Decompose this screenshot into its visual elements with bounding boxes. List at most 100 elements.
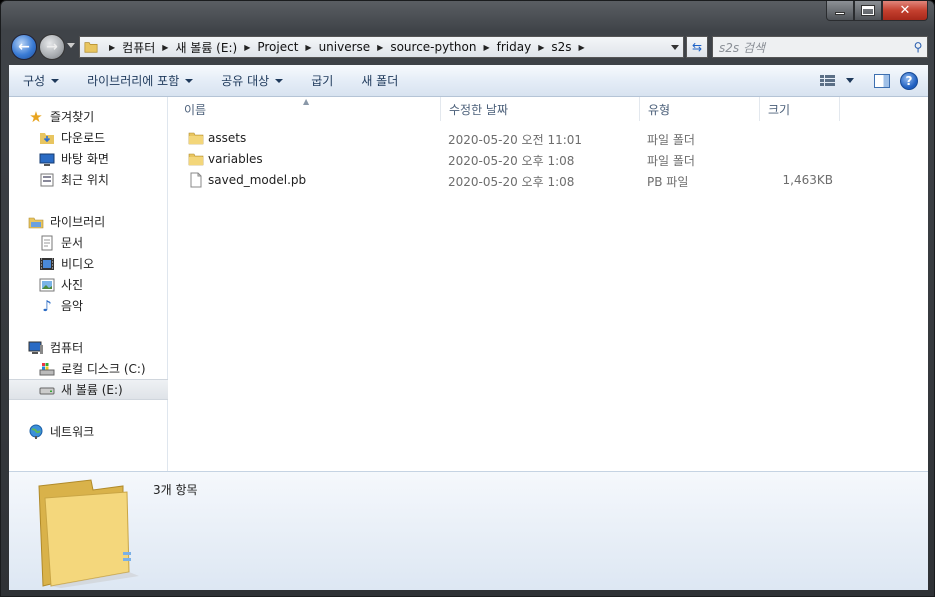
navigation-pane: ★ 즐겨찾기 다운로드 바탕 화면 최근 위치 라이브러리 문서 비디오 사진 … — [9, 97, 168, 471]
minimize-button[interactable] — [826, 1, 854, 21]
chevron-right-icon: ▶ — [109, 42, 116, 52]
sidebar-item-volume-e[interactable]: 새 볼륨 (E:) — [9, 379, 168, 400]
caption-buttons: ✕ — [826, 1, 928, 21]
sidebar-item-favorites[interactable]: ★ 즐겨찾기 — [9, 106, 168, 127]
sidebar-item-network[interactable]: 네트워크 — [9, 421, 168, 442]
chevron-down-icon — [275, 78, 284, 83]
file-date: 2020-05-20 오후 1:08 — [448, 154, 575, 168]
column-header-date[interactable]: 수정한 날짜 — [441, 97, 640, 121]
forward-button[interactable]: → — [39, 34, 65, 60]
search-box[interactable]: s2s 검색 ⚲ — [712, 36, 928, 58]
recent-pages-dropdown[interactable] — [67, 43, 75, 48]
table-row[interactable]: assets 2020-05-20 오전 11:01 파일 폴더 — [178, 128, 848, 149]
computer-icon — [28, 340, 44, 356]
breadcrumb-item[interactable]: source-python ▶ — [390, 40, 496, 54]
share-with-button[interactable]: 공유 대상 — [207, 65, 297, 96]
preview-pane-icon[interactable] — [874, 73, 890, 88]
file-size: 1,463KB — [782, 173, 833, 187]
chevron-right-icon[interactable]: ▶ — [377, 43, 383, 52]
folder-icon — [84, 42, 98, 53]
libraries-icon — [28, 214, 44, 230]
breadcrumb-root-chevron[interactable]: ▶ — [102, 43, 122, 52]
include-in-library-button[interactable]: 라이브러리에 포함 — [73, 65, 207, 96]
breadcrumb: ▶ 컴퓨터 ▶ 새 볼륨 (E:) ▶ Project ▶ universe ▶ sou… — [102, 39, 667, 56]
address-bar[interactable]: ▶ 컴퓨터 ▶ 새 볼륨 (E:) ▶ Project ▶ universe ▶ sou… — [79, 36, 684, 58]
chevron-right-icon[interactable]: ▶ — [538, 43, 544, 52]
column-header-size[interactable]: 크기 — [760, 97, 840, 121]
sidebar-item-label: 바탕 화면 — [61, 152, 109, 166]
sidebar-item-label: 최근 위치 — [61, 173, 109, 187]
breadcrumb-item[interactable]: 새 볼륨 (E:) ▶ — [175, 39, 257, 56]
view-options-dropdown[interactable] — [846, 78, 854, 83]
view-options-icon[interactable] — [820, 74, 836, 87]
breadcrumb-label: 컴퓨터 — [122, 40, 156, 55]
chevron-down-icon — [671, 44, 679, 50]
star-icon: ★ — [29, 107, 43, 126]
back-button[interactable]: ← — [11, 34, 37, 60]
sidebar-item-label: 음악 — [61, 299, 84, 313]
burn-button[interactable]: 굽기 — [297, 65, 347, 96]
file-name: variables — [208, 152, 263, 166]
sidebar-item-local-disk-c[interactable]: 로컬 디스크 (C:) — [9, 358, 168, 379]
back-arrow-icon: ← — [18, 39, 30, 55]
downloads-folder-icon — [39, 130, 55, 146]
sidebar-item-pictures[interactable]: 사진 — [9, 274, 168, 295]
chevron-right-icon[interactable]: ▶ — [162, 43, 168, 52]
address-history-dropdown[interactable] — [667, 44, 683, 50]
chevron-right-icon[interactable]: ▶ — [483, 43, 489, 52]
new-folder-button[interactable]: 새 폴더 — [347, 65, 412, 96]
column-header-label: 크기 — [768, 102, 791, 117]
minimize-icon — [835, 12, 845, 15]
sidebar-item-music[interactable]: ♪ 음악 — [9, 295, 168, 316]
sidebar-item-videos[interactable]: 비디오 — [9, 253, 168, 274]
help-icon[interactable]: ? — [900, 71, 918, 90]
column-header-label: 이름 — [184, 102, 207, 117]
explorer-window: ✕ ← → ▶ 컴퓨터 ▶ 새 볼륨 (E:) ▶ Project ▶ univers… — [0, 0, 935, 597]
refresh-icon: ⇆ — [691, 40, 703, 54]
search-input[interactable]: s2s 검색 — [719, 39, 909, 56]
breadcrumb-item[interactable]: Project ▶ — [257, 40, 318, 54]
file-list: ▲ 이름 수정한 날짜 유형 크기 assets 2020-05-20 오전 1… — [168, 97, 928, 471]
column-header-name[interactable]: 이름 — [176, 97, 441, 121]
share-label: 공유 대상 — [221, 74, 270, 88]
navigation-bar: ← → ▶ 컴퓨터 ▶ 새 볼륨 (E:) ▶ Project ▶ universe ▶… — [9, 33, 928, 61]
file-type: 파일 폴더 — [647, 154, 695, 168]
search-icon[interactable]: ⚲ — [909, 40, 927, 54]
chevron-down-icon — [185, 78, 194, 83]
table-row[interactable]: saved_model.pb 2020-05-20 오후 1:08 PB 파일 … — [178, 170, 848, 191]
table-row[interactable]: variables 2020-05-20 오후 1:08 파일 폴더 — [178, 149, 848, 170]
sidebar-item-label: 라이브러리 — [50, 215, 106, 229]
sidebar-item-desktop[interactable]: 바탕 화면 — [9, 148, 168, 169]
maximize-icon — [862, 6, 874, 15]
chevron-right-icon[interactable]: ▶ — [579, 43, 585, 52]
sidebar-item-label: 새 볼륨 (E:) — [61, 383, 123, 397]
sidebar-item-documents[interactable]: 문서 — [9, 232, 168, 253]
column-header-label: 수정한 날짜 — [449, 102, 509, 117]
organize-button[interactable]: 구성 — [9, 65, 73, 96]
documents-icon — [39, 235, 55, 251]
sidebar-item-downloads[interactable]: 다운로드 — [9, 127, 168, 148]
details-pane: 3개 항목 — [9, 471, 928, 590]
sidebar-item-label: 문서 — [61, 236, 84, 250]
breadcrumb-item[interactable]: 컴퓨터 ▶ — [122, 39, 175, 56]
sidebar-item-recent-places[interactable]: 최근 위치 — [9, 169, 168, 190]
breadcrumb-item[interactable]: friday ▶ — [497, 40, 552, 54]
close-icon: ✕ — [899, 3, 911, 18]
breadcrumb-item[interactable]: s2s ▶ — [551, 40, 591, 54]
chevron-right-icon[interactable]: ▶ — [305, 43, 311, 52]
column-header-type[interactable]: 유형 — [640, 97, 760, 121]
maximize-button[interactable] — [854, 1, 882, 21]
sidebar-item-computer[interactable]: 컴퓨터 — [9, 337, 168, 358]
refresh-button[interactable]: ⇆ — [686, 36, 708, 58]
breadcrumb-label: universe — [318, 40, 371, 54]
breadcrumb-item[interactable]: universe ▶ — [319, 40, 391, 54]
music-icon: ♪ — [42, 296, 52, 315]
file-type: 파일 폴더 — [647, 133, 695, 147]
file-date: 2020-05-20 오전 11:01 — [448, 133, 583, 147]
sidebar-item-libraries[interactable]: 라이브러리 — [9, 211, 168, 232]
pictures-icon — [39, 277, 55, 293]
close-button[interactable]: ✕ — [882, 1, 928, 21]
chevron-down-icon — [51, 78, 60, 83]
sidebar-item-label: 즐겨찾기 — [50, 110, 95, 124]
chevron-right-icon[interactable]: ▶ — [244, 43, 250, 52]
